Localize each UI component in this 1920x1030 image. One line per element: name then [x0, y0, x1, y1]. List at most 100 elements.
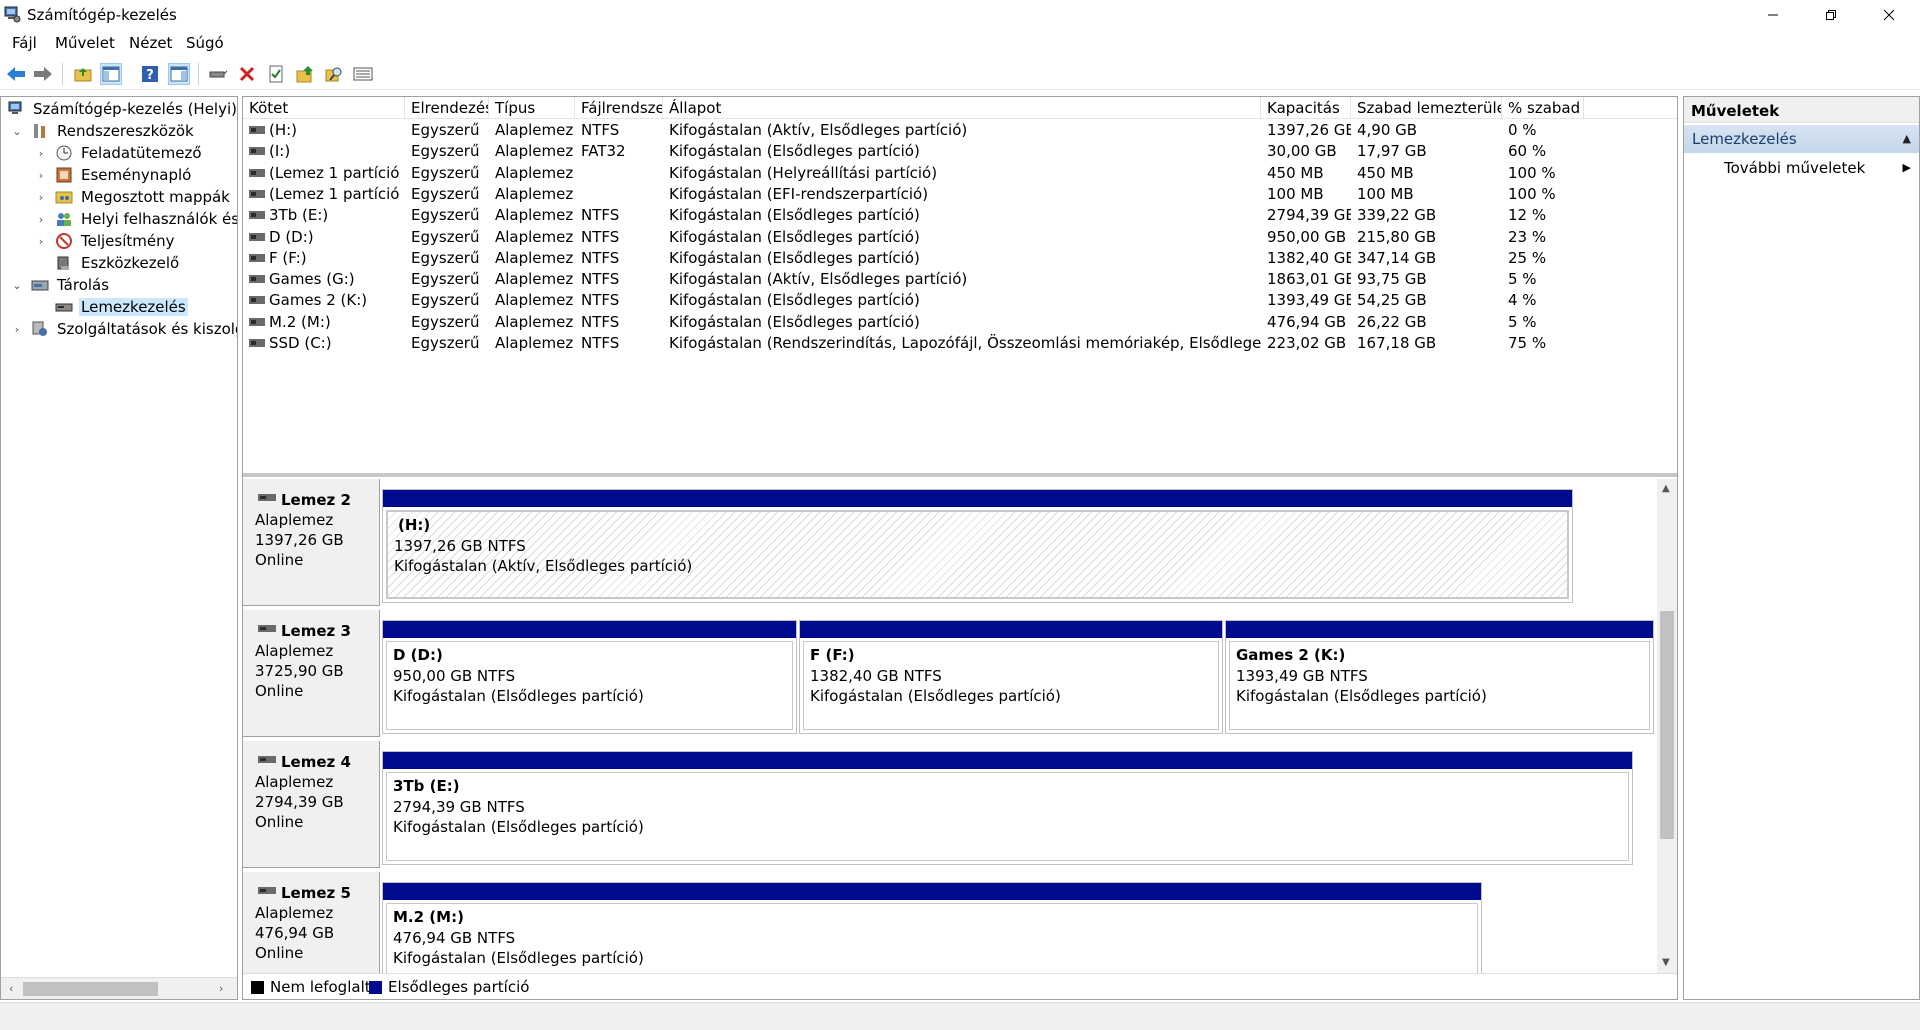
- menu-view[interactable]: Nézet: [129, 34, 172, 52]
- menu-file[interactable]: Fájl: [12, 34, 37, 52]
- chevron-right-icon[interactable]: ›: [35, 147, 47, 160]
- scroll-left-icon[interactable]: ‹: [9, 982, 13, 995]
- disk-info[interactable]: Lemez 3 Alaplemez 3725,90 GB Online: [243, 610, 380, 737]
- chevron-down-icon[interactable]: ⌄: [11, 279, 23, 292]
- table-row[interactable]: 3Tb (E:) Egyszerű Alaplemez NTFS Kifogástala…: [243, 205, 1677, 226]
- partition-block[interactable]: M.2 (M:) 476,94 GB NTFS Kifogástalan (El…: [382, 882, 1482, 973]
- cell-free-space: 450 MB: [1357, 163, 1414, 182]
- column-header-free-space[interactable]: Szabad lemezterület: [1351, 97, 1502, 119]
- column-header-volume[interactable]: Kötet: [243, 97, 405, 119]
- table-row[interactable]: Games 2 (K:) Egyszerű Alaplemez NTFS Kifogás…: [243, 290, 1677, 311]
- cell-status: Kifogástalan (Helyreállítási partíció): [669, 163, 938, 182]
- disk-vertical-scrollbar[interactable]: ▲ ▼: [1657, 479, 1677, 973]
- tree-item-performance[interactable]: › Teljesítmény: [1, 230, 237, 252]
- computer-management-icon: [4, 6, 21, 23]
- tree-item-task-scheduler[interactable]: › Feladatütemező: [1, 142, 237, 164]
- cell-filesystem: FAT32: [581, 142, 626, 161]
- export-button[interactable]: [294, 63, 316, 85]
- table-row[interactable]: Games (G:) Egyszerű Alaplemez NTFS Kifogásta…: [243, 269, 1677, 290]
- column-header-layout[interactable]: Elrendezés: [405, 97, 489, 119]
- table-cell: 54,25 GB: [1351, 290, 1502, 311]
- table-row[interactable]: SSD (C:) Egyszerű Alaplemez NTFS Kifogástala…: [243, 333, 1677, 354]
- console-tree-icon: [102, 66, 120, 82]
- disk-info[interactable]: Lemez 5 Alaplemez 476,94 GB Online: [243, 872, 380, 973]
- table-row[interactable]: (H:) Egyszerű Alaplemez NTFS Kifogástalan (A…: [243, 120, 1677, 141]
- chevron-right-icon[interactable]: ›: [35, 169, 47, 182]
- cell-filesystem: NTFS: [581, 334, 620, 352]
- chevron-right-icon[interactable]: ›: [35, 191, 47, 204]
- tree-item-shared-folders[interactable]: › Megosztott mappák: [1, 186, 237, 208]
- collapse-up-icon[interactable]: ▲: [1903, 132, 1911, 145]
- menu-help[interactable]: Súgó: [186, 34, 224, 52]
- chevron-right-icon[interactable]: ›: [35, 235, 47, 248]
- up-folder-button[interactable]: [72, 63, 94, 85]
- tree-item-label: Tárolás: [57, 276, 110, 294]
- column-header-filesystem[interactable]: Fájlrendszer: [575, 97, 663, 119]
- volume-icon: [249, 189, 265, 198]
- pane-splitter[interactable]: [243, 473, 1677, 477]
- tree-item-event-viewer[interactable]: › Eseménynapló: [1, 164, 237, 186]
- partition-block[interactable]: F (F:) 1382,40 GB NTFS Kifogástalan (Els…: [799, 620, 1223, 734]
- tree-item-storage[interactable]: ⌄ Tárolás: [1, 274, 237, 296]
- partition-block[interactable]: 3Tb (E:) 2794,39 GB NTFS Kifogástalan (E…: [382, 751, 1633, 865]
- tree-item-local-users[interactable]: › Helyi felhasználók és csc: [1, 208, 237, 230]
- show-action-pane-button[interactable]: [168, 63, 190, 85]
- close-button[interactable]: [1860, 0, 1918, 29]
- tree-item-system-tools[interactable]: ⌄ Rendszereszközök: [1, 120, 237, 142]
- partition-status: Kifogástalan (Elsődleges partíció): [810, 687, 1061, 705]
- table-cell: [575, 163, 663, 184]
- scroll-thumb[interactable]: [1660, 611, 1674, 839]
- minimize-button[interactable]: [1744, 0, 1802, 29]
- show-hide-tree-button[interactable]: [100, 63, 122, 85]
- delete-button[interactable]: [236, 63, 258, 85]
- scroll-down-icon[interactable]: ▼: [1662, 957, 1670, 968]
- column-header-percent-free[interactable]: % szabad: [1502, 97, 1584, 119]
- table-row[interactable]: (I:) Egyszerű Alaplemez FAT32 Kifogástalan (…: [243, 141, 1677, 162]
- volume-icon: [249, 211, 265, 220]
- tree-horizontal-scrollbar[interactable]: ‹ ›: [1, 977, 237, 999]
- partition-name: F (F:): [810, 646, 855, 664]
- column-header-capacity[interactable]: Kapacitás: [1261, 97, 1351, 119]
- tree-item-services[interactable]: › Szolgáltatások és kiszolgáló: [1, 318, 237, 340]
- primary-partition-bar: [383, 883, 1481, 900]
- table-row[interactable]: F (F:) Egyszerű Alaplemez NTFS Kifogástalan …: [243, 248, 1677, 269]
- more-actions-item[interactable]: További műveletek: [1724, 159, 1865, 177]
- chevron-down-icon[interactable]: ⌄: [11, 125, 23, 138]
- disk-status: Online: [255, 682, 304, 700]
- cell-percent-free: 23 %: [1508, 227, 1547, 246]
- table-row[interactable]: (Lemez 1 partíció 1) Egyszerű Alaplemez Kif…: [243, 163, 1677, 184]
- properties-button[interactable]: [265, 63, 287, 85]
- table-row[interactable]: (Lemez 1 partíció 2) Egyszerű Alaplemez Kif…: [243, 184, 1677, 205]
- chevron-right-icon[interactable]: ›: [11, 323, 23, 336]
- forward-button[interactable]: [32, 63, 54, 85]
- scroll-right-icon[interactable]: ›: [219, 982, 223, 995]
- scroll-thumb[interactable]: [23, 982, 158, 996]
- connect-drive-button[interactable]: [207, 63, 229, 85]
- column-header-type[interactable]: Típus: [489, 97, 575, 119]
- tree-item-device-manager[interactable]: Eszközkezelő: [1, 252, 237, 274]
- scroll-up-icon[interactable]: ▲: [1662, 483, 1670, 494]
- disk-type: Alaplemez: [255, 773, 334, 791]
- actions-section-disk-management[interactable]: Lemezkezelés ▲: [1684, 125, 1919, 153]
- tree-item-disk-management[interactable]: Lemezkezelés: [1, 296, 237, 318]
- partition-block[interactable]: Games 2 (K:) 1393,49 GB NTFS Kifogástala…: [1225, 620, 1654, 734]
- chevron-right-icon[interactable]: ›: [35, 213, 47, 226]
- cell-free-space: 100 MB: [1357, 184, 1414, 203]
- restore-button[interactable]: [1802, 0, 1860, 29]
- disk-info[interactable]: Lemez 4 Alaplemez 2794,39 GB Online: [243, 741, 380, 868]
- table-row[interactable]: M.2 (M:) Egyszerű Alaplemez NTFS Kifogástala…: [243, 312, 1677, 333]
- cell-capacity: 1393,49 GB: [1267, 291, 1351, 310]
- partition-block[interactable]: (H:) 1397,26 GB NTFS Kifogástalan (Aktív…: [382, 489, 1573, 603]
- partition-block[interactable]: D (D:) 950,00 GB NTFS Kifogástalan (Első…: [382, 620, 797, 734]
- menu-action[interactable]: Művelet: [55, 34, 115, 52]
- disk-info[interactable]: Lemez 2 Alaplemez 1397,26 GB Online: [243, 479, 380, 606]
- help-button[interactable]: ?: [139, 63, 161, 85]
- search-button[interactable]: [323, 63, 345, 85]
- back-button[interactable]: [5, 63, 27, 85]
- tree-root[interactable]: Számítógép-kezelés (Helyi): [1, 98, 237, 120]
- list-view-button[interactable]: [352, 63, 374, 85]
- title-bar: Számítógép-kezelés: [0, 0, 1920, 29]
- table-row[interactable]: D (D:) Egyszerű Alaplemez NTFS Kifogástalan …: [243, 227, 1677, 248]
- column-header-status[interactable]: Állapot: [663, 97, 1261, 119]
- cell-layout: Egyszerű: [411, 184, 480, 203]
